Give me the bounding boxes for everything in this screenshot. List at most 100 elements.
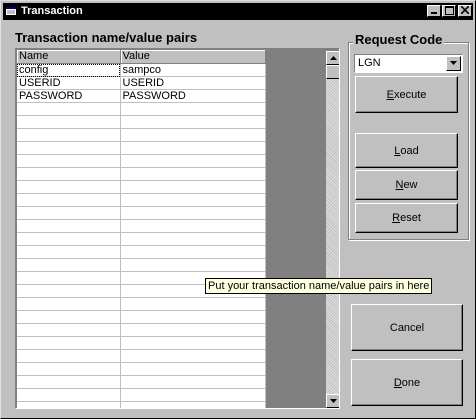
table-row[interactable]: [17, 375, 266, 389]
value-cell[interactable]: [120, 336, 266, 350]
scroll-down-icon: [330, 399, 337, 403]
table-row[interactable]: [17, 154, 266, 168]
value-cell[interactable]: [120, 167, 266, 181]
value-cell[interactable]: [120, 258, 266, 272]
value-cell[interactable]: USERID: [120, 76, 266, 90]
execute-button[interactable]: Execute: [355, 76, 458, 113]
pairs-grid[interactable]: Name Value config sampco USERID USERID PASSW…: [15, 48, 340, 409]
table-row[interactable]: [17, 102, 266, 116]
name-cell[interactable]: config: [17, 63, 121, 77]
name-cell[interactable]: [17, 180, 121, 194]
close-button[interactable]: [458, 5, 472, 17]
name-cell[interactable]: [17, 193, 121, 207]
reset-button[interactable]: Reset: [355, 203, 458, 233]
pairs-table[interactable]: Name Value config sampco USERID USERID PASSW…: [17, 50, 266, 408]
name-cell[interactable]: [17, 336, 121, 350]
scroll-down-button[interactable]: [326, 394, 339, 408]
table-row[interactable]: [17, 297, 266, 311]
scroll-thumb[interactable]: [326, 65, 339, 79]
name-cell[interactable]: [17, 258, 121, 272]
name-cell[interactable]: [17, 362, 121, 376]
name-cell[interactable]: [17, 141, 121, 155]
request-code-select[interactable]: LGN: [354, 54, 463, 73]
value-cell[interactable]: [120, 232, 266, 246]
name-cell[interactable]: [17, 167, 121, 181]
table-row[interactable]: [17, 258, 266, 272]
name-cell[interactable]: [17, 115, 121, 129]
table-row[interactable]: PASSWORD PASSWORD: [17, 89, 266, 103]
table-row[interactable]: [17, 219, 266, 233]
minimize-button[interactable]: [427, 5, 441, 17]
table-row[interactable]: USERID USERID: [17, 76, 266, 90]
value-cell[interactable]: [120, 193, 266, 207]
name-cell[interactable]: [17, 102, 121, 116]
grid-vertical-scrollbar[interactable]: [326, 51, 339, 408]
value-cell[interactable]: [120, 375, 266, 389]
table-row[interactable]: [17, 388, 266, 402]
value-cell[interactable]: [120, 206, 266, 220]
column-header-name[interactable]: Name: [17, 50, 121, 64]
name-cell[interactable]: [17, 271, 121, 285]
name-cell[interactable]: [17, 219, 121, 233]
name-cell[interactable]: USERID: [17, 76, 121, 90]
request-code-dropdown-button[interactable]: [446, 56, 461, 71]
table-row[interactable]: [17, 245, 266, 259]
value-cell[interactable]: [120, 128, 266, 142]
name-cell[interactable]: [17, 349, 121, 363]
load-button[interactable]: Load: [355, 133, 458, 168]
name-cell[interactable]: [17, 245, 121, 259]
name-cell[interactable]: PASSWORD: [17, 89, 121, 103]
column-header-value[interactable]: Value: [120, 50, 266, 64]
table-row[interactable]: [17, 115, 266, 129]
value-cell[interactable]: PASSWORD: [120, 89, 266, 103]
table-row[interactable]: [17, 401, 266, 408]
name-cell[interactable]: [17, 388, 121, 402]
done-button[interactable]: Done: [351, 359, 463, 406]
cancel-button[interactable]: Cancel: [351, 304, 463, 351]
value-cell[interactable]: sampco: [120, 63, 266, 77]
value-cell[interactable]: [120, 323, 266, 337]
value-cell[interactable]: [120, 180, 266, 194]
execute-label: Execute: [386, 88, 427, 101]
maximize-button[interactable]: [442, 5, 456, 17]
table-row[interactable]: [17, 206, 266, 220]
value-cell[interactable]: [120, 219, 266, 233]
table-row[interactable]: [17, 180, 266, 194]
table-row[interactable]: [17, 232, 266, 246]
value-cell[interactable]: [120, 102, 266, 116]
name-cell[interactable]: [17, 128, 121, 142]
table-row[interactable]: [17, 128, 266, 142]
name-cell[interactable]: [17, 375, 121, 389]
new-button[interactable]: New: [355, 170, 458, 200]
value-cell[interactable]: [120, 154, 266, 168]
value-cell[interactable]: [120, 388, 266, 402]
value-cell[interactable]: [120, 362, 266, 376]
name-cell[interactable]: [17, 297, 121, 311]
value-cell[interactable]: [120, 401, 266, 408]
table-row[interactable]: [17, 193, 266, 207]
name-cell[interactable]: [17, 284, 121, 298]
value-cell[interactable]: [120, 297, 266, 311]
name-cell[interactable]: [17, 154, 121, 168]
name-cell[interactable]: [17, 323, 121, 337]
value-cell[interactable]: [120, 115, 266, 129]
table-row[interactable]: [17, 310, 266, 324]
table-row[interactable]: [17, 323, 266, 337]
table-row[interactable]: [17, 349, 266, 363]
value-cell[interactable]: [120, 141, 266, 155]
name-cell[interactable]: [17, 232, 121, 246]
value-cell[interactable]: [120, 245, 266, 259]
table-row[interactable]: [17, 141, 266, 155]
table-row[interactable]: config sampco: [17, 63, 266, 77]
scroll-up-button[interactable]: [326, 51, 339, 65]
value-cell[interactable]: [120, 349, 266, 363]
name-cell[interactable]: [17, 310, 121, 324]
value-cell[interactable]: [120, 310, 266, 324]
table-row[interactable]: [17, 336, 266, 350]
reset-label: Reset: [392, 212, 421, 224]
title-bar[interactable]: Transaction: [3, 3, 473, 20]
name-cell[interactable]: [17, 401, 121, 408]
name-cell[interactable]: [17, 206, 121, 220]
table-row[interactable]: [17, 167, 266, 181]
table-row[interactable]: [17, 362, 266, 376]
